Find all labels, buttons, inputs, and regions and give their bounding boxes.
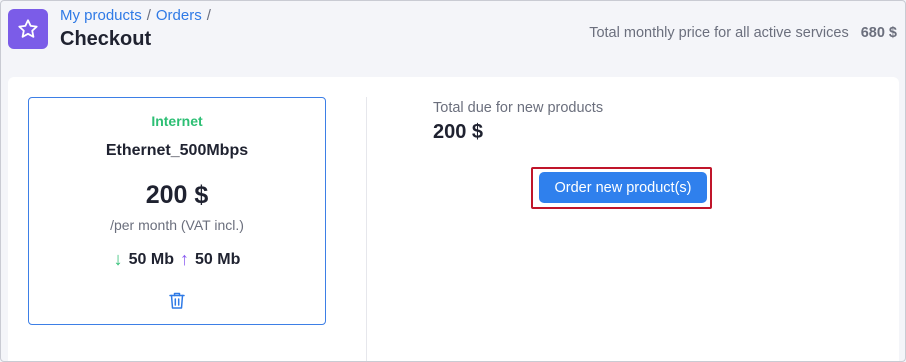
- vertical-divider: [366, 97, 367, 361]
- upload-arrow-icon: ↑: [180, 249, 189, 269]
- page-title: Checkout: [60, 28, 152, 50]
- checkout-card: Internet Ethernet_500Mbps 200 $ /per mon…: [8, 77, 899, 361]
- breadcrumb-separator: /: [146, 7, 151, 24]
- total-due-label: Total due for new products: [433, 100, 604, 116]
- order-button[interactable]: Order new product(s): [539, 172, 707, 203]
- product-period: /per month (VAT incl.): [110, 217, 244, 233]
- breadcrumb-orders[interactable]: Orders: [156, 7, 202, 24]
- product-price: 200 $: [145, 181, 209, 209]
- product-category: Internet: [151, 113, 203, 129]
- breadcrumb-my-products[interactable]: My products: [60, 7, 142, 24]
- app-frame: My products / Orders / Checkout Total mo…: [0, 0, 906, 362]
- total-due-amount: 200 $: [433, 121, 484, 143]
- product-speeds: ↓ 50 Mb ↑ 50 Mb: [29, 249, 325, 270]
- download-speed: 50 Mb: [128, 250, 174, 268]
- breadcrumb: My products / Orders /: [60, 7, 211, 24]
- star-icon: [8, 9, 48, 49]
- total-monthly-label: Total monthly price for all active servi…: [589, 25, 849, 41]
- upload-speed: 50 Mb: [195, 250, 241, 268]
- trash-icon[interactable]: [167, 290, 187, 310]
- product-name: Ethernet_500Mbps: [105, 142, 249, 159]
- breadcrumb-separator: /: [206, 7, 211, 24]
- total-monthly-amount: 680 $: [860, 25, 897, 41]
- total-monthly-price: Total monthly price for all active servi…: [589, 25, 897, 41]
- download-arrow-icon: ↓: [113, 249, 123, 269]
- page-header: My products / Orders / Checkout Total mo…: [1, 1, 905, 71]
- product-card: Internet Ethernet_500Mbps 200 $ /per mon…: [28, 97, 326, 325]
